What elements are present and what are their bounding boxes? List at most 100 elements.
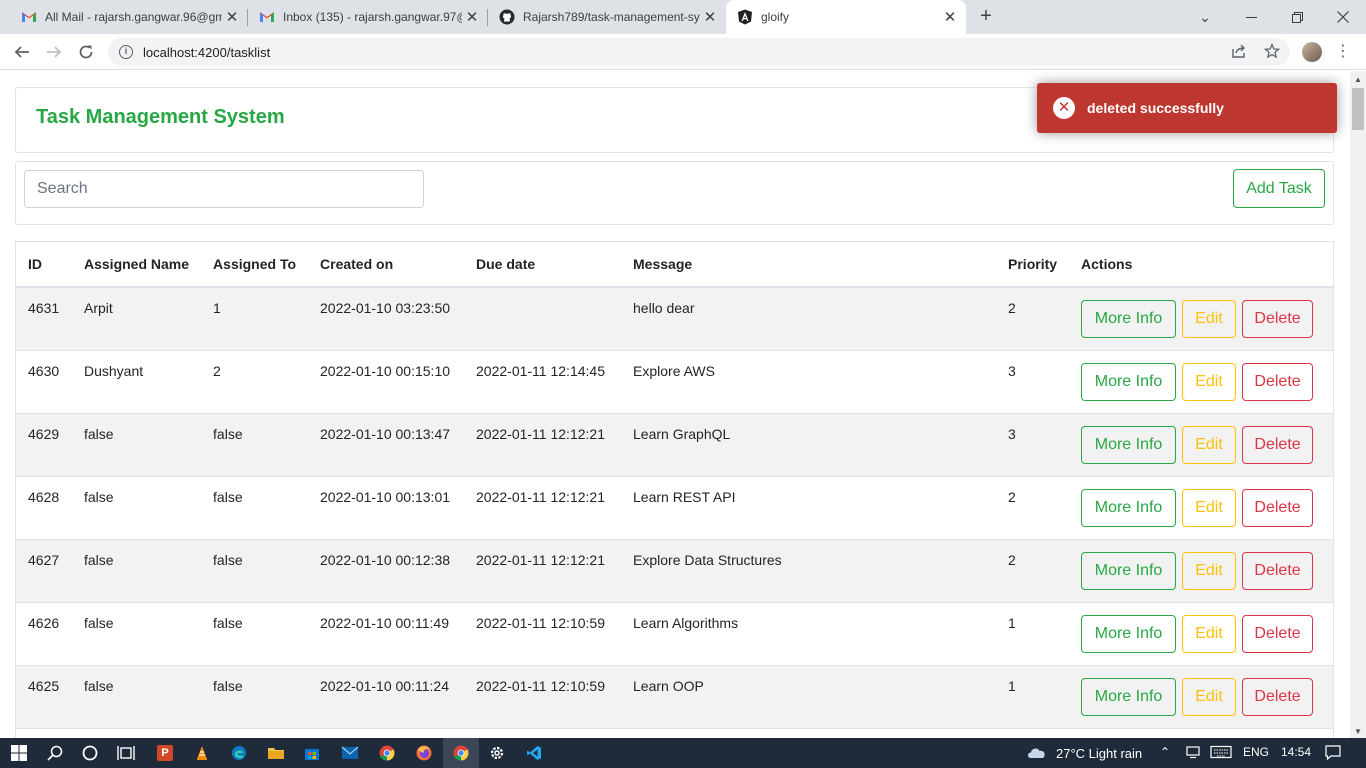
cell-id: 4626 xyxy=(16,601,72,665)
cell-assigned-name: false xyxy=(72,475,202,539)
restore-button[interactable] xyxy=(1274,0,1320,34)
minimize-button[interactable] xyxy=(1228,0,1274,34)
browser-tab-gloify[interactable]: gloify ✕ xyxy=(726,0,966,34)
cell-due-date xyxy=(464,286,622,350)
scrollbar-thumb[interactable] xyxy=(1352,88,1364,130)
close-icon[interactable]: ✕ xyxy=(222,8,242,26)
firefox-icon[interactable] xyxy=(412,741,436,765)
close-icon[interactable]: ✕ xyxy=(462,8,482,26)
mail-icon[interactable] xyxy=(338,741,362,765)
cell-assigned-name: Arpit xyxy=(72,286,202,350)
settings-gear-icon[interactable] xyxy=(485,741,509,765)
weather-widget[interactable]: 27°C Light rain xyxy=(1026,745,1142,762)
edge-icon[interactable] xyxy=(227,741,251,765)
more-info-button[interactable]: More Info xyxy=(1081,362,1177,401)
address-bar[interactable]: i localhost:4200/tasklist xyxy=(108,38,1290,66)
language-indicator[interactable]: ENG xyxy=(1243,745,1269,759)
edit-button[interactable]: Edit xyxy=(1182,488,1237,527)
cell-id: 4630 xyxy=(16,349,72,413)
more-info-button[interactable]: More Info xyxy=(1081,425,1177,464)
task-table-container: ID Assigned Name Assigned To Created on … xyxy=(15,241,1334,738)
search-icon[interactable] xyxy=(43,741,67,765)
tray-overflow-icon[interactable]: ⌃ xyxy=(1160,745,1170,759)
cell-priority: 3 xyxy=(996,412,1070,476)
delete-button[interactable]: Delete xyxy=(1242,362,1314,401)
edit-button[interactable]: Edit xyxy=(1182,425,1237,464)
cell-created-on: 2022-01-10 00:11:24 xyxy=(308,664,465,728)
close-icon[interactable]: ✕ xyxy=(940,8,960,26)
browser-tab-github[interactable]: Rajarsh789/task-management-sy ✕ xyxy=(488,0,726,34)
window-close-button[interactable] xyxy=(1320,0,1366,34)
cell-message: Learn GraphQL xyxy=(621,412,997,476)
cell-assigned-name: false xyxy=(72,412,202,476)
scroll-up-arrow-icon[interactable]: ▲ xyxy=(1354,75,1362,84)
add-task-button[interactable]: Add Task xyxy=(1233,169,1325,208)
column-header-priority: Priority xyxy=(996,242,1070,288)
cell-message: Learn Algorithms xyxy=(621,601,997,665)
edit-button[interactable]: Edit xyxy=(1182,614,1237,653)
more-info-button[interactable]: More Info xyxy=(1081,300,1177,338)
reload-icon[interactable] xyxy=(73,39,99,65)
search-input[interactable] xyxy=(24,170,424,208)
cortana-icon[interactable] xyxy=(78,741,102,765)
cell-assigned-to: 2 xyxy=(201,349,309,413)
delete-button[interactable]: Delete xyxy=(1242,488,1314,527)
site-info-icon[interactable]: i xyxy=(119,45,133,59)
delete-button[interactable]: Delete xyxy=(1242,551,1314,590)
url-text[interactable]: localhost:4200/tasklist xyxy=(143,45,270,60)
scroll-down-arrow-icon[interactable]: ▼ xyxy=(1354,727,1362,736)
delete-button[interactable]: Delete xyxy=(1242,425,1314,464)
forward-arrow-icon[interactable] xyxy=(41,39,67,65)
clock-time[interactable]: 14:54 xyxy=(1281,745,1311,759)
bookmark-star-icon[interactable] xyxy=(1263,42,1281,61)
delete-button[interactable]: Delete xyxy=(1242,677,1314,716)
network-icon[interactable] xyxy=(1186,745,1200,762)
error-x-icon: ✕ xyxy=(1053,97,1075,119)
store-icon[interactable] xyxy=(300,741,324,765)
more-info-button[interactable]: More Info xyxy=(1081,551,1177,590)
browser-tab-all-mail[interactable]: All Mail - rajarsh.gangwar.96@gm ✕ xyxy=(0,0,248,34)
vlc-icon[interactable] xyxy=(190,741,214,765)
cell-assigned-name: false xyxy=(72,538,202,602)
windows-start-icon[interactable] xyxy=(7,741,31,765)
back-arrow-icon[interactable] xyxy=(9,39,35,65)
edit-button[interactable]: Edit xyxy=(1182,362,1237,401)
cell-id: 4625 xyxy=(16,664,72,728)
tab-title: Inbox (135) - rajarsh.gangwar.97@ xyxy=(283,10,462,24)
column-header-due-date: Due date xyxy=(464,242,622,288)
table-row-partial xyxy=(16,727,1333,738)
gmail-icon xyxy=(259,9,275,25)
more-info-button[interactable]: More Info xyxy=(1081,488,1177,527)
tab-search-icon[interactable]: ⌄ xyxy=(1182,0,1228,34)
close-icon[interactable]: ✕ xyxy=(700,8,720,26)
notification-center-icon[interactable] xyxy=(1325,745,1341,763)
new-tab-button[interactable]: + xyxy=(974,5,998,29)
chrome-icon[interactable] xyxy=(375,741,399,765)
cell-due-date: 2022-01-11 12:12:21 xyxy=(464,475,622,539)
cell-actions: More Info Edit Delete xyxy=(1069,538,1333,602)
share-icon[interactable] xyxy=(1230,43,1248,61)
cell-due-date: 2022-01-11 12:12:21 xyxy=(464,538,622,602)
cell-assigned-name: Dushyant xyxy=(72,349,202,413)
page-scrollbar[interactable]: ▲ ▼ xyxy=(1350,71,1366,738)
edit-button[interactable]: Edit xyxy=(1182,300,1237,338)
edit-button[interactable]: Edit xyxy=(1182,677,1237,716)
page-title: Task Management System xyxy=(36,106,285,128)
vscode-icon[interactable] xyxy=(522,741,546,765)
powerpoint-icon[interactable]: P xyxy=(153,741,177,765)
keyboard-icon[interactable] xyxy=(1210,745,1232,762)
browser-menu-icon[interactable]: ⋮ xyxy=(1335,42,1351,62)
delete-button[interactable]: Delete xyxy=(1242,614,1314,653)
more-info-button[interactable]: More Info xyxy=(1081,614,1177,653)
chrome-active-icon[interactable] xyxy=(443,738,479,768)
file-explorer-icon[interactable] xyxy=(264,741,288,765)
delete-button[interactable]: Delete xyxy=(1242,300,1314,338)
more-info-button[interactable]: More Info xyxy=(1081,677,1177,716)
cell-assigned-to: false xyxy=(201,538,309,602)
profile-avatar[interactable] xyxy=(1302,42,1322,62)
browser-tab-inbox[interactable]: Inbox (135) - rajarsh.gangwar.97@ ✕ xyxy=(248,0,488,34)
cell-assigned-to: false xyxy=(201,664,309,728)
toast-notification[interactable]: ✕ deleted successfully xyxy=(1037,83,1337,133)
edit-button[interactable]: Edit xyxy=(1182,551,1237,590)
task-view-icon[interactable] xyxy=(114,741,138,765)
